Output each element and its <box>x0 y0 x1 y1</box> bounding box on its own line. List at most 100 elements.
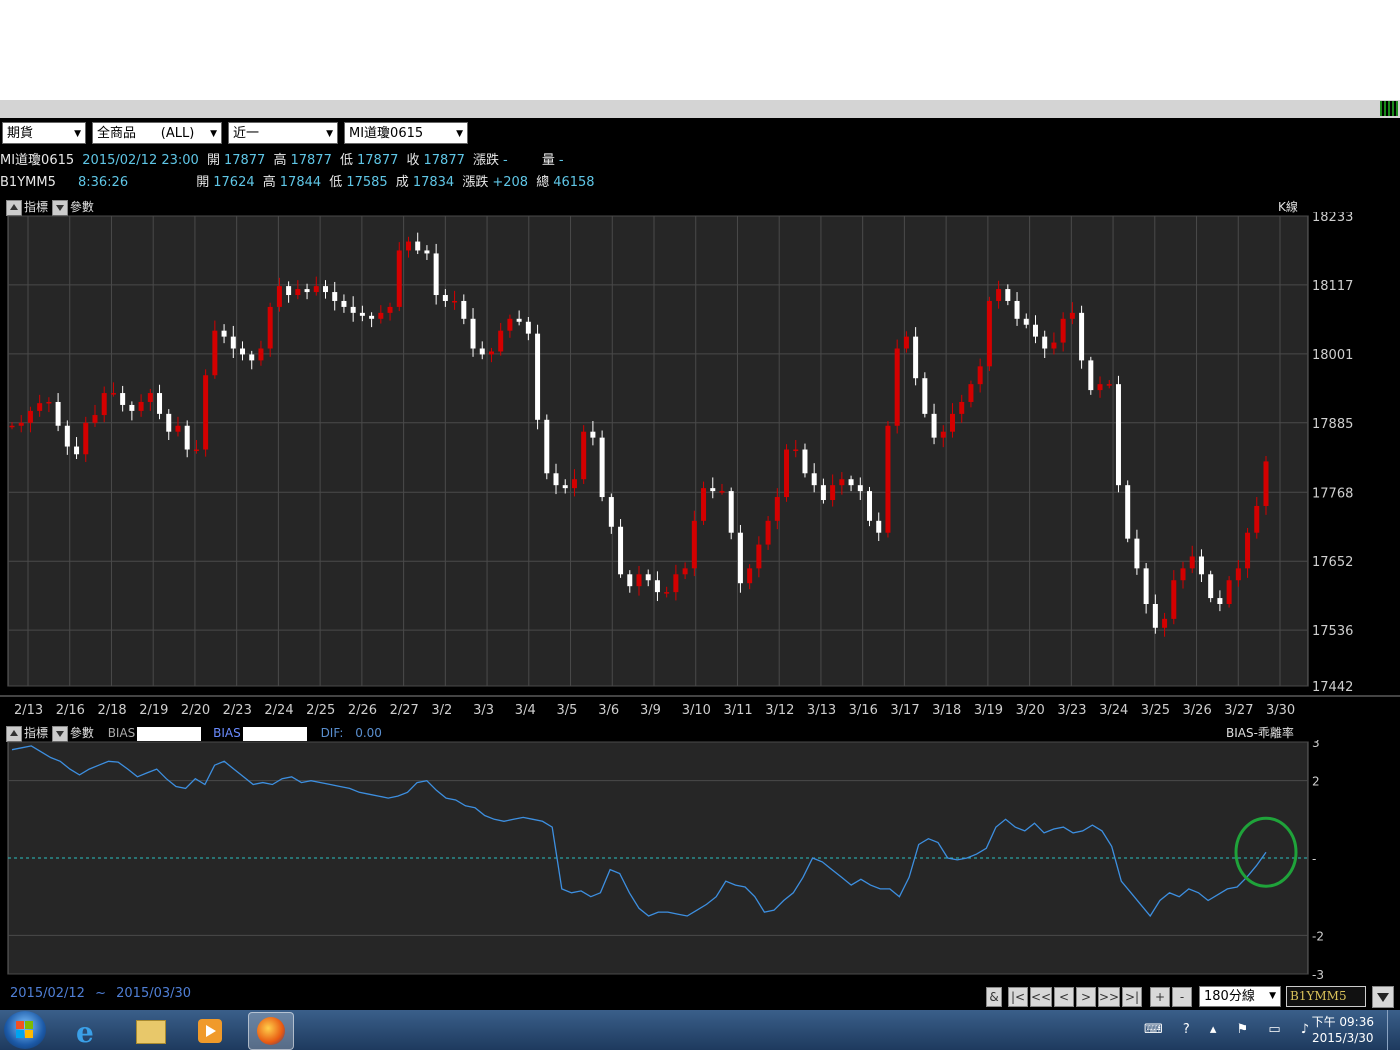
q1-datetime: 2015/02/12 23:00 <box>82 153 199 168</box>
symbol-input[interactable]: B1YMM5 <box>1286 986 1366 1007</box>
month-select[interactable]: 近一 ▼ <box>228 122 338 144</box>
candle-body <box>110 393 116 395</box>
bias-ytick-label: -3 <box>1312 968 1324 980</box>
bias1-label: BIAS <box>107 726 136 740</box>
candle-body <box>664 592 670 594</box>
next-page-button[interactable]: >> <box>1098 987 1120 1007</box>
media-player-icon[interactable] <box>188 1012 232 1048</box>
q1-high-label: 高 <box>273 153 287 168</box>
internet-explorer-icon[interactable]: e <box>66 1012 110 1049</box>
candle-body <box>1069 312 1075 319</box>
kline-xtick-label: 3/23 <box>1057 703 1086 718</box>
candle-body <box>230 336 236 349</box>
candle-body <box>894 348 900 426</box>
candle-body <box>332 292 338 301</box>
candle-body <box>977 366 983 385</box>
candle-body <box>212 330 218 376</box>
q1-high: 17877 <box>290 153 332 168</box>
candle-body <box>876 520 882 533</box>
clock-time: 下午 09:36 <box>1311 1015 1374 1029</box>
windows-logo-icon <box>16 1021 24 1029</box>
candle-body <box>46 401 52 404</box>
quote-line-1: MI道瓊0615 2015/02/12 23:00 開 17877 高 17877 … <box>0 151 568 171</box>
tray-icons[interactable]: ⌨ ? ▴ ⚑ ▭ ♪ <box>1144 1022 1317 1037</box>
candle-body <box>811 473 817 486</box>
kline-chart[interactable]: 18233 18117 18001 17885 17768 17652 17536 17442… <box>0 212 1400 720</box>
q2-high-label: 高 <box>262 175 276 190</box>
candle-body <box>1106 384 1112 386</box>
candle-body <box>1180 568 1186 581</box>
candle-body <box>157 393 163 414</box>
dif-value: 0.00 <box>355 726 382 740</box>
amp-button[interactable]: & <box>986 987 1002 1007</box>
candle-body <box>461 300 467 319</box>
q2-low-label: 低 <box>329 175 343 190</box>
candle-body <box>479 348 485 355</box>
candle-body <box>903 336 909 349</box>
candle-body <box>719 491 725 493</box>
candle-body <box>415 241 421 251</box>
bias-type-label: BIAS-乖離率 <box>1226 726 1294 740</box>
candle-body <box>350 306 356 313</box>
chevron-down-icon: ▼ <box>74 129 81 139</box>
zoom-in-button[interactable]: + <box>1150 987 1170 1007</box>
candle-body <box>276 286 282 307</box>
candle-body <box>516 318 522 322</box>
bias-chart[interactable]: 3 2 - -2 -3 <box>0 740 1400 980</box>
next-button[interactable]: > <box>1076 987 1096 1007</box>
candle-body <box>18 422 24 426</box>
candle-body <box>1152 604 1158 628</box>
first-button[interactable]: |< <box>1008 987 1028 1007</box>
candle-body <box>885 425 891 533</box>
candle-body <box>1263 461 1269 506</box>
resize-grip-icon[interactable] <box>1380 101 1398 116</box>
bias-ytick-label: - <box>1312 852 1316 866</box>
candle-body <box>986 300 992 367</box>
q1-name: MI道瓊0615 <box>0 153 75 168</box>
candle-body <box>405 241 411 251</box>
product-select[interactable]: 全商品 (ALL) ▼ <box>92 122 222 144</box>
clock-date: 2015/3/30 <box>1312 1031 1374 1045</box>
candle-body <box>1171 580 1177 619</box>
q1-chg-label: 漲跌 <box>473 153 500 168</box>
prev-page-button[interactable]: << <box>1030 987 1052 1007</box>
chevron-down-icon: ▼ <box>210 129 217 139</box>
candle-body <box>691 520 697 569</box>
prev-button[interactable]: < <box>1054 987 1074 1007</box>
q2-total-label: 總 <box>536 175 550 190</box>
candle-body <box>1143 568 1149 605</box>
candle-body <box>1097 384 1103 391</box>
kline-xtick-label: 3/30 <box>1266 703 1295 718</box>
clock[interactable]: 下午 09:36 2015/3/30 <box>1312 1014 1374 1046</box>
kline-xtick-label: 3/4 <box>515 703 536 718</box>
candle-body <box>765 520 771 545</box>
last-button[interactable]: >| <box>1122 987 1142 1007</box>
candle-body <box>608 497 614 527</box>
candle-body <box>507 318 513 331</box>
q1-chg: - <box>503 153 508 168</box>
candle-body <box>92 415 98 423</box>
candle-body <box>848 479 854 486</box>
market-type-select[interactable]: 期貨 ▼ <box>2 122 86 144</box>
period-select[interactable]: 180分線 ▼ <box>1199 986 1281 1007</box>
candle-body <box>1014 300 1020 319</box>
zoom-out-button[interactable]: - <box>1172 987 1192 1007</box>
candle-body <box>1115 384 1121 486</box>
contract-select[interactable]: MI道瓊0615 ▼ <box>344 122 468 144</box>
candle-body <box>452 300 458 303</box>
firefox-icon[interactable] <box>248 1012 294 1050</box>
candle-body <box>774 497 780 521</box>
candle-body <box>710 488 716 492</box>
symbol-dropdown-button[interactable] <box>1372 986 1394 1008</box>
start-button[interactable] <box>4 1011 46 1049</box>
kline-xtick-label: 2/20 <box>181 703 210 718</box>
candle-body <box>1189 556 1195 569</box>
candle-body <box>590 431 596 438</box>
candle-body <box>627 574 633 587</box>
param-label[interactable]: 參數 <box>70 726 94 740</box>
file-explorer-icon[interactable] <box>128 1012 172 1048</box>
candle-body <box>138 401 144 411</box>
candle-body <box>396 250 402 307</box>
indicator-label[interactable]: 指標 <box>24 726 48 740</box>
show-desktop-button[interactable] <box>1387 1010 1400 1050</box>
